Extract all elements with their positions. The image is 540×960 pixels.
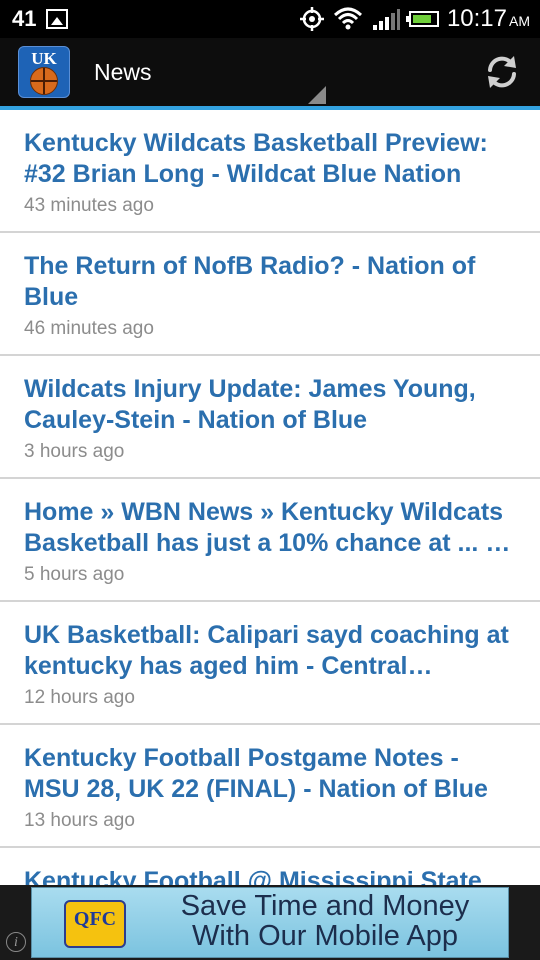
- wifi-icon: [333, 7, 362, 30]
- clock: 10:17 AM: [447, 5, 530, 33]
- news-list-item[interactable]: The Return of NofB Radio? - Nation of Bl…: [0, 233, 540, 356]
- signal-icon: [372, 9, 400, 30]
- battery-icon: [405, 11, 439, 27]
- app-logo-icon[interactable]: UK: [18, 46, 70, 98]
- page-title[interactable]: News: [94, 59, 152, 86]
- action-bar: UK News: [0, 38, 540, 110]
- dropdown-indicator-icon[interactable]: [308, 86, 326, 104]
- clock-ampm: AM: [509, 13, 530, 29]
- news-timestamp: 46 minutes ago: [24, 318, 154, 339]
- news-headline[interactable]: UK Basketball: Calipari sayd coaching at…: [24, 620, 518, 682]
- refresh-icon[interactable]: [482, 52, 522, 92]
- ad-line-1: Save Time and Money: [180, 890, 470, 922]
- news-headline[interactable]: The Return of NofB Radio? - Nation of Bl…: [24, 251, 518, 313]
- news-timestamp: 3 hours ago: [24, 441, 125, 462]
- app-logo-text: UK: [31, 49, 57, 68]
- basketball-icon: [30, 67, 58, 95]
- news-timestamp: 43 minutes ago: [24, 195, 154, 216]
- ad-logo-text: QFC: [73, 908, 117, 930]
- info-icon[interactable]: i: [6, 932, 26, 952]
- status-bar: 41 10:17 AM: [0, 0, 540, 38]
- news-list-item[interactable]: Wildcats Injury Update: James Young, Cau…: [0, 356, 540, 479]
- news-headline[interactable]: Kentucky Football Postgame Notes - MSU 2…: [24, 743, 518, 805]
- clock-time: 10:17: [446, 5, 507, 32]
- news-list-item[interactable]: UK Basketball: Calipari sayd coaching at…: [0, 602, 540, 725]
- ad-logo: QFC: [64, 900, 126, 948]
- news-list-item[interactable]: Kentucky Football Postgame Notes - MSU 2…: [0, 725, 540, 848]
- ad-banner[interactable]: QFC Save Time and Money With Our Mobile …: [31, 887, 509, 958]
- news-list-item[interactable]: Kentucky Wildcats Basketball Preview: #3…: [0, 110, 540, 233]
- news-headline[interactable]: Kentucky Wildcats Basketball Preview: #3…: [24, 128, 518, 190]
- image-notification-icon: [46, 9, 69, 29]
- ad-text: Save Time and Money With Our Mobile App: [150, 891, 500, 951]
- news-timestamp: 5 hours ago: [24, 564, 125, 585]
- news-timestamp: 13 hours ago: [24, 810, 135, 831]
- news-headline[interactable]: Wildcats Injury Update: James Young, Cau…: [24, 374, 518, 436]
- gps-icon: [299, 7, 324, 31]
- news-list: Kentucky Wildcats Basketball Preview: #3…: [0, 110, 540, 908]
- ad-line-2: With Our Mobile App: [192, 920, 458, 952]
- news-timestamp: 12 hours ago: [24, 687, 135, 708]
- news-list-item[interactable]: Home » WBN News » Kentucky Wildcats Bask…: [0, 479, 540, 602]
- notification-count: 41: [12, 6, 37, 31]
- ad-bar: i QFC Save Time and Money With Our Mobil…: [0, 885, 540, 960]
- news-headline[interactable]: Home » WBN News » Kentucky Wildcats Bask…: [24, 497, 518, 559]
